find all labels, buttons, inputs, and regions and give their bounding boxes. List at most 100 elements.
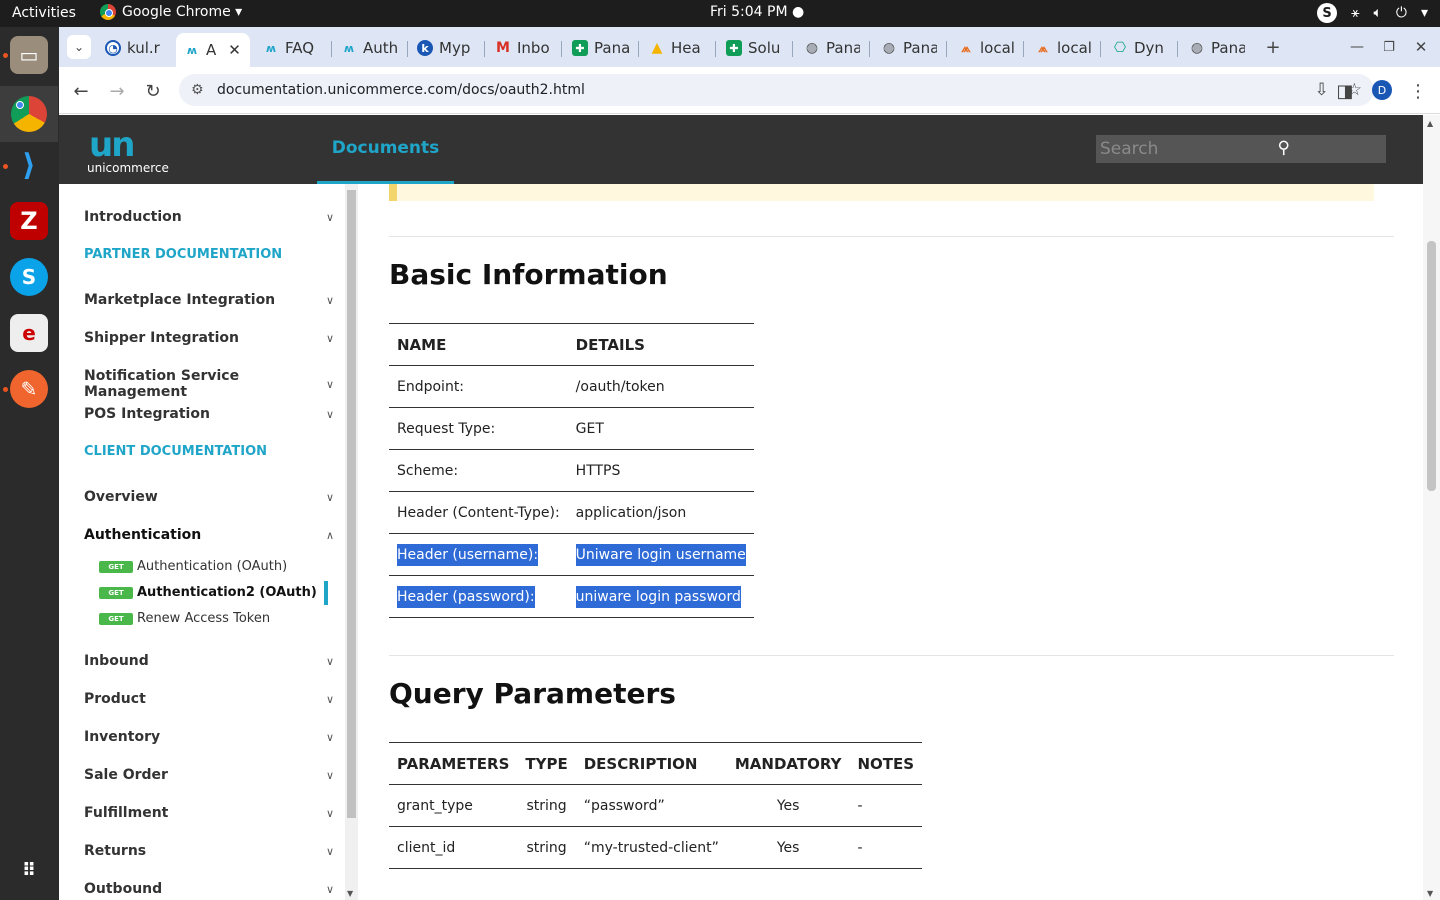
pma-icon: ⩕ [961, 40, 971, 55]
page-scroll-thumb[interactable] [1427, 241, 1436, 491]
table-header-row: NAME DETAILS [389, 323, 754, 366]
search-input[interactable]: Search ⚲ [1096, 135, 1386, 163]
new-tab-button[interactable]: + [1261, 35, 1285, 59]
tab-5[interactable]: M Inbo [495, 35, 555, 61]
clock[interactable]: Fri 5:04 PM ● [710, 4, 804, 20]
tab-4[interactable]: k Myp [417, 35, 477, 61]
forward-icon[interactable]: → [105, 79, 129, 103]
tab-1-active[interactable]: ʍ A ✕ [176, 33, 250, 67]
reload-icon[interactable]: ↻ [141, 79, 165, 103]
sidebar-item-introduction[interactable]: Introduction ∨ [84, 209, 334, 225]
app-menu[interactable]: Google Chrome ▾ [100, 4, 242, 20]
sidebar-item-product[interactable]: Product ∨ [84, 691, 334, 707]
table-row: Request Type: GET [389, 407, 754, 450]
network-icon[interactable]: ⚹ [1351, 5, 1359, 21]
tab-7[interactable]: ▲ Hea [649, 35, 707, 61]
sidebar-item-returns[interactable]: Returns ∨ [84, 843, 334, 859]
postman-icon[interactable]: ✎ [10, 370, 48, 408]
chevron-down-icon: ∨ [325, 407, 334, 421]
sidebar-item-outbound[interactable]: Outbound ∨ [84, 881, 334, 897]
back-icon[interactable]: ← [69, 79, 93, 103]
app-name: Google Chrome ▾ [122, 4, 243, 20]
tab-search-button[interactable]: ⌄ [67, 35, 91, 59]
sidebar-subitem-auth-oauth[interactable]: GET Authentication (OAuth) [99, 559, 287, 574]
tab-9[interactable]: ◍ Pana [804, 35, 860, 61]
tab-3[interactable]: ʍ Auth [341, 35, 399, 61]
close-window-icon[interactable]: ✕ [1409, 35, 1433, 59]
unicommerce-icon: ʍ [265, 41, 277, 55]
chrome-icon [100, 4, 116, 20]
skype-tray-icon[interactable]: S [1317, 3, 1338, 23]
minimize-icon[interactable]: — [1345, 35, 1369, 59]
tab-12[interactable]: ⩕ local [1035, 35, 1091, 61]
get-badge: GET [99, 586, 133, 599]
chrome-dock-icon[interactable] [0, 86, 58, 142]
nav-tab-documents[interactable]: Documents [317, 115, 454, 184]
search-icon[interactable]: ⚲ [1278, 138, 1290, 158]
sidebar-item-inventory[interactable]: Inventory ∨ [84, 729, 334, 745]
tab-8[interactable]: ✚ Solu [726, 35, 784, 61]
scroll-down-arrow-icon[interactable]: ▼ [1427, 889, 1433, 898]
system-tray[interactable]: S ⚹ 🔈︎ ⏻ ▾ [1317, 3, 1428, 23]
app-grid-icon[interactable]: ⠿ [10, 851, 48, 889]
table-row: client_id string “my-trusted-client” Yes… [389, 826, 923, 869]
sidebar-scroll-thumb[interactable] [347, 190, 356, 818]
chevron-down-icon: ∨ [325, 844, 334, 858]
tab-0[interactable]: ◔ kul.r [105, 35, 175, 61]
chevron-down-icon[interactable]: ▾ [1421, 5, 1428, 21]
document-viewer-icon[interactable]: e [10, 314, 48, 352]
search-placeholder: Search [1100, 139, 1159, 159]
profile-avatar[interactable]: D [1372, 80, 1392, 100]
get-badge: GET [99, 560, 133, 573]
side-panel-icon[interactable]: ◨ [1333, 79, 1357, 103]
address-bar[interactable]: ⚙ documentation.unicommerce.com/docs/oau… [179, 74, 1374, 106]
tab-2[interactable]: ʍ FAQ [263, 35, 325, 61]
menu-kebab-icon[interactable]: ⋮ [1406, 79, 1430, 103]
sidebar-nav: Introduction ∨ PARTNER DOCUMENTATION Mark… [59, 184, 345, 900]
tab-strip: ⌄ ◔ kul.r ʍ A ✕ ʍ FAQ ʍ Auth k Myp M Inb… [59, 27, 1440, 67]
sidebar-item-sale-order[interactable]: Sale Order ∨ [84, 767, 334, 783]
tab-14[interactable]: ◍ Pana [1189, 35, 1245, 61]
skype-icon[interactable]: S [10, 258, 48, 296]
running-indicator [3, 53, 8, 58]
divider [389, 655, 1394, 656]
scroll-up-arrow-icon[interactable]: ▲ [1427, 119, 1433, 128]
vscode-icon[interactable]: ⟩ [10, 146, 48, 184]
sidebar-section-client: CLIENT DOCUMENTATION [84, 444, 267, 459]
sidebar-item-inbound[interactable]: Inbound ∨ [84, 653, 334, 669]
chevron-down-icon: ∨ [325, 654, 334, 668]
table-row-selected: Header (password): uniware login passwor… [389, 575, 754, 618]
sidebar-subitem-auth2-oauth[interactable]: GET Authentication2 (OAuth) [99, 585, 317, 600]
sidebar-item-fulfillment[interactable]: Fulfillment ∨ [84, 805, 334, 821]
sidebar-item-marketplace[interactable]: Marketplace Integration ∨ [84, 292, 334, 308]
tab-11[interactable]: ⩕ local [958, 35, 1014, 61]
scroll-down-arrow-icon[interactable]: ▼ [347, 889, 353, 898]
query-params-table: PARAMETERS TYPE DESCRIPTION MANDATORY NO… [389, 742, 923, 869]
install-app-icon[interactable]: ⇩ [1315, 80, 1329, 100]
sidebar-item-authentication[interactable]: Authentication ∧ [84, 527, 334, 543]
tab-13[interactable]: ⎔ Dyn [1112, 35, 1168, 61]
chevron-down-icon: ∨ [325, 882, 334, 896]
page-scrollbar[interactable]: ▲ ▼ [1423, 115, 1440, 900]
volume-icon[interactable]: 🔈︎ [1373, 5, 1381, 21]
sidebar-item-pos[interactable]: POS Integration ∨ [84, 406, 334, 422]
filezilla-icon[interactable]: Z [10, 202, 48, 240]
files-icon[interactable]: ▭ [10, 36, 48, 74]
sidebar-scrollbar[interactable]: ▼ [345, 184, 358, 900]
sidebar-item-overview[interactable]: Overview ∨ [84, 489, 334, 505]
sidebar-subitem-renew-token[interactable]: GET Renew Access Token [99, 611, 270, 626]
unicommerce-logo[interactable]: un unicommerce [87, 125, 171, 175]
close-icon[interactable]: ✕ [228, 41, 241, 59]
table-row-selected: Header (username): Uniware login usernam… [389, 533, 754, 576]
activities-button[interactable]: Activities [12, 5, 76, 21]
toolbar: ← → ↻ ⚙ documentation.unicommerce.com/do… [59, 67, 1440, 114]
tab-10[interactable]: ◍ Pana [881, 35, 937, 61]
power-icon[interactable]: ⏻ [1396, 5, 1407, 21]
sidebar-item-shipper[interactable]: Shipper Integration ∨ [84, 330, 334, 346]
restore-icon[interactable]: ❐ [1377, 35, 1401, 59]
tab-6[interactable]: ✚ Pana [572, 35, 630, 61]
chevron-down-icon: ∨ [325, 768, 334, 782]
sidebar-item-notification[interactable]: Notification Service Management ∨ [84, 368, 334, 400]
k-icon: k [417, 40, 433, 56]
site-info-icon[interactable]: ⚙ [191, 82, 204, 98]
